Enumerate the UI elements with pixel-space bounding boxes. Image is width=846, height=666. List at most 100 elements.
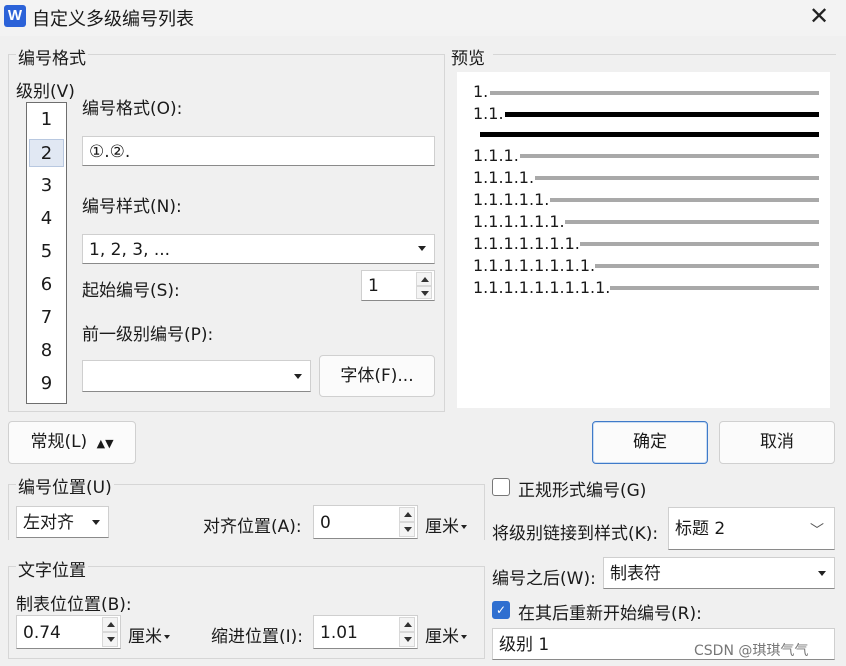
indent-unit-dropdown[interactable]: 厘米 <box>425 622 467 647</box>
preview-row: 1.1.1.1.1.1.1.1.1. <box>473 278 611 297</box>
legal-style-checkbox[interactable] <box>492 478 510 496</box>
chevron-down-icon: ﹀ <box>810 523 824 539</box>
unit-label: 厘米 <box>425 517 459 537</box>
start-spinner[interactable]: 1 <box>361 270 435 301</box>
preview-divider <box>493 54 836 55</box>
general-button-label: 常规(L) <box>30 432 88 452</box>
preview-group-label: 预览 <box>451 49 485 69</box>
chevron-down-icon <box>461 635 467 639</box>
level-item[interactable]: 9 <box>29 370 64 398</box>
preview-line <box>490 91 819 95</box>
preview-row: 1.1.1.1.1. <box>473 190 550 209</box>
spin-up-icon[interactable] <box>399 507 415 522</box>
unit-label: 厘米 <box>128 627 162 647</box>
preview-line <box>565 220 819 224</box>
level-item[interactable]: 6 <box>29 271 64 299</box>
wps-writer-icon: W <box>4 5 26 27</box>
restart-label: 在其后重新开始编号(R): <box>518 604 702 624</box>
start-label: 起始编号(S): <box>82 281 180 301</box>
font-button[interactable]: 字体(F)... <box>319 355 435 397</box>
chevron-down-icon <box>294 374 302 379</box>
prev-level-dropdown[interactable] <box>82 360 311 392</box>
format-input-value: ①.②. <box>89 142 131 162</box>
unit-label: 厘米 <box>425 627 459 647</box>
cancel-button[interactable]: 取消 <box>719 421 835 464</box>
legal-style-label: 正规形式编号(G) <box>518 481 647 501</box>
spin-up-icon[interactable] <box>102 617 118 632</box>
chevron-down-icon <box>818 571 826 576</box>
ok-button[interactable]: 确定 <box>592 421 708 464</box>
preview-line <box>595 264 819 268</box>
align-at-label: 对齐位置(A): <box>203 517 302 537</box>
level-item[interactable]: 1 <box>29 106 64 134</box>
level-item[interactable]: 8 <box>29 337 64 365</box>
preview-line <box>550 198 819 202</box>
spin-down-icon[interactable] <box>399 522 415 537</box>
link-style-dropdown[interactable]: 标题 2 ﹀ <box>668 507 835 550</box>
watermark-text: CSDN @琪琪气气 <box>694 643 809 659</box>
preview-line <box>505 112 819 117</box>
follow-number-label: 编号之后(W): <box>492 569 596 589</box>
spin-down-icon[interactable] <box>416 285 432 299</box>
restart-level-value: 级别 1 <box>499 635 550 655</box>
level-item[interactable]: 7 <box>29 304 64 332</box>
number-position-group-label: 编号位置(U) <box>16 473 114 498</box>
checkmark-icon: ✓ <box>495 603 507 617</box>
general-toggle-button[interactable]: 常规(L) ▲▼ <box>8 421 136 464</box>
level-listbox[interactable]: 1 2 3 4 5 6 7 8 9 <box>26 102 67 404</box>
link-style-label: 将级别链接到样式(K): <box>492 524 659 544</box>
spin-down-icon[interactable] <box>102 632 118 647</box>
level-item[interactable]: 5 <box>29 238 64 266</box>
chevron-down-icon <box>418 246 426 251</box>
preview-row: 1.1.1.1. <box>473 168 535 187</box>
preview-row: 1.1. <box>473 104 504 123</box>
level-label: 级别(V) <box>16 82 75 102</box>
level-item[interactable]: 4 <box>29 205 64 233</box>
chevron-down-icon <box>164 635 170 639</box>
tab-stop-value: 0.74 <box>23 623 61 643</box>
spin-up-icon[interactable] <box>399 617 415 632</box>
align-dropdown-value: 左对齐 <box>23 513 74 533</box>
restart-checkbox[interactable]: ✓ <box>492 601 510 619</box>
style-dropdown[interactable]: 1, 2, 3, ... <box>82 234 435 264</box>
follow-number-dropdown[interactable]: 制表符 <box>603 557 835 589</box>
spin-up-icon[interactable] <box>416 272 432 286</box>
align-dropdown[interactable]: 左对齐 <box>16 506 109 538</box>
tab-stop-spinner[interactable]: 0.74 <box>16 615 121 649</box>
style-dropdown-value: 1, 2, 3, ... <box>89 240 171 260</box>
prev-level-label: 前一级别编号(P): <box>82 325 214 345</box>
tab-stop-unit-dropdown[interactable]: 厘米 <box>128 622 170 647</box>
collapse-icon: ▲▼ <box>96 437 114 450</box>
chevron-down-icon <box>461 525 467 529</box>
preview-line <box>580 242 819 246</box>
preview-line <box>520 154 819 158</box>
align-at-unit-dropdown[interactable]: 厘米 <box>425 512 467 537</box>
preview-row: 1.1.1.1.1.1. <box>473 212 565 231</box>
preview-line <box>480 132 819 137</box>
spin-down-icon[interactable] <box>399 632 415 647</box>
align-at-spinner[interactable]: 0 <box>313 505 418 539</box>
chevron-down-icon <box>92 520 100 525</box>
align-at-value: 0 <box>320 513 331 533</box>
level-item[interactable]: 3 <box>29 172 64 200</box>
text-position-group-label: 文字位置 <box>16 556 88 581</box>
start-spinner-value: 1 <box>368 276 379 296</box>
preview-row: 1.1.1.1.1.1.1. <box>473 234 580 253</box>
format-label: 编号格式(O): <box>82 99 183 119</box>
number-format-group-label: 编号格式 <box>16 44 88 69</box>
format-input[interactable]: ①.②. <box>82 136 435 166</box>
indent-value: 1.01 <box>320 623 358 643</box>
follow-number-value: 制表符 <box>610 564 661 584</box>
preview-line <box>535 176 819 180</box>
dialog-title: 自定义多级编号列表 <box>32 9 194 30</box>
preview-panel: 1. 1.1. 1.1.1. 1.1.1.1. 1.1.1.1.1. 1.1.1… <box>457 72 830 408</box>
preview-row: 1. <box>473 82 489 101</box>
style-label: 编号样式(N): <box>82 197 182 217</box>
link-style-value: 标题 2 <box>675 519 726 539</box>
preview-line <box>610 286 819 290</box>
tab-stop-label: 制表位位置(B): <box>16 595 132 615</box>
close-icon[interactable]: ✕ <box>806 4 832 30</box>
preview-row: 1.1.1.1.1.1.1.1. <box>473 256 596 275</box>
level-item-selected[interactable]: 2 <box>29 139 64 167</box>
indent-spinner[interactable]: 1.01 <box>313 615 418 649</box>
